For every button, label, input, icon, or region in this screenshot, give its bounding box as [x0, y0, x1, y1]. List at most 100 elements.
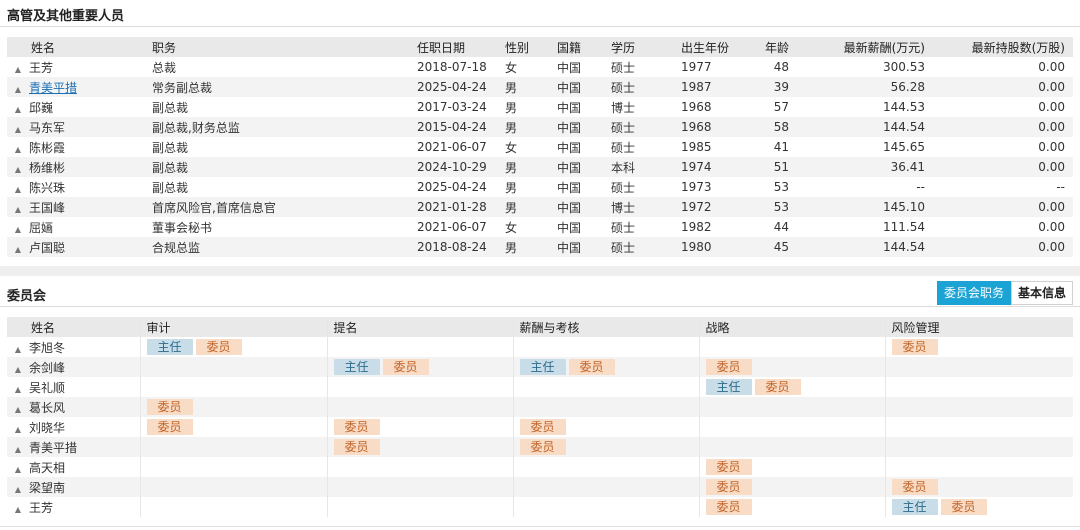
table-row[interactable]: ▲ 王芳 总裁 2018-07-18 女中国 硕士 1977 48 300.53 0.00: [7, 57, 1073, 77]
cell-name: ▲ 梁望南: [7, 477, 141, 497]
cell-nationality: 中国: [557, 197, 611, 217]
committee-col-risk-header[interactable]: 风险管理: [885, 317, 1073, 337]
expand-arrow-icon[interactable]: ▲: [7, 245, 29, 254]
cell-date: 2025-04-24: [417, 177, 505, 197]
cell-position: 副总裁: [152, 177, 417, 197]
view-toggle: 委员会职务 基本信息: [936, 281, 1073, 305]
cell-position: 常务副总裁: [152, 77, 417, 97]
expand-arrow-icon[interactable]: ▲: [7, 225, 29, 234]
committee-role-button[interactable]: 委员会职务: [936, 281, 1011, 305]
table-row[interactable]: ▲ 吴礼顺 主任 委员: [7, 377, 1073, 397]
table-row[interactable]: ▲ 陈兴珠 副总裁 2025-04-24 男中国 硕士 1973 53 -- --: [7, 177, 1073, 197]
table-row[interactable]: ▲ 青美平措 委员 委员: [7, 437, 1073, 457]
member-badge: 委员: [705, 359, 752, 375]
expand-arrow-icon[interactable]: ▲: [7, 345, 29, 354]
committee-cell: [327, 397, 514, 417]
cell-gender: 男: [505, 117, 557, 137]
executives-header-row: 姓名 职务 任职日期 性别 国籍 学历 出生年份 年龄 最新薪酬(万元) 最新持…: [7, 37, 1073, 57]
cell-birth: 1977: [681, 57, 749, 77]
expand-arrow-icon[interactable]: ▲: [7, 205, 29, 214]
expand-arrow-icon[interactable]: ▲: [7, 405, 29, 414]
col-education-header[interactable]: 学历: [611, 37, 681, 57]
col-age-header[interactable]: 年龄: [749, 37, 797, 57]
cell-education: 硕士: [611, 137, 681, 157]
table-row[interactable]: ▲ 余剑峰 主任 委员 主任 委员 委员: [7, 357, 1073, 377]
cell-position: 合规总监: [152, 237, 417, 257]
expand-arrow-icon[interactable]: ▲: [7, 505, 29, 514]
expand-arrow-icon[interactable]: ▲: [7, 425, 29, 434]
expand-arrow-icon[interactable]: ▲: [7, 145, 29, 154]
cell-date: 2018-08-24: [417, 237, 505, 257]
cell-date: 2021-01-28: [417, 197, 505, 217]
person-name: 杨维彬: [29, 160, 66, 175]
expand-arrow-icon[interactable]: ▲: [7, 85, 29, 94]
committee-cell: [699, 337, 886, 357]
expand-arrow-icon[interactable]: ▲: [7, 125, 29, 134]
person-name: 梁望南: [29, 480, 66, 495]
cell-salary: 145.65: [797, 137, 933, 157]
cell-education: 博士: [611, 97, 681, 117]
cell-gender: 女: [505, 137, 557, 157]
table-row[interactable]: ▲ 马东军 副总裁,财务总监 2015-04-24 男中国 硕士 1968 58 144.54 0…: [7, 117, 1073, 137]
person-name-link[interactable]: 青美平措: [29, 81, 77, 95]
expand-arrow-icon[interactable]: ▲: [7, 105, 29, 114]
committee-cell: 委员: [699, 357, 886, 377]
col-nationality-header[interactable]: 国籍: [557, 37, 611, 57]
table-row[interactable]: ▲ 王芳 委员 主任 委员: [7, 497, 1073, 517]
table-row[interactable]: ▲ 屈婳 董事会秘书 2021-06-07 女中国 硕士 1982 44 111.54 0.00: [7, 217, 1073, 237]
expand-arrow-icon[interactable]: ▲: [7, 185, 29, 194]
expand-arrow-icon[interactable]: ▲: [7, 385, 29, 394]
committee-col-strategy-header[interactable]: 战略: [699, 317, 886, 337]
col-shares-header[interactable]: 最新持股数(万股): [933, 37, 1073, 57]
cell-name: ▲ 高天相: [7, 457, 141, 477]
cell-salary: 111.54: [797, 217, 933, 237]
committee-cell: [327, 477, 514, 497]
expand-arrow-icon[interactable]: ▲: [7, 465, 29, 474]
table-row[interactable]: ▲ 陈彬霞 副总裁 2021-06-07 女中国 硕士 1985 41 145.65 0.00: [7, 137, 1073, 157]
cell-gender: 男: [505, 77, 557, 97]
cell-name: ▲ 卢国聪: [7, 237, 152, 257]
cell-age: 41: [749, 137, 797, 157]
committee-cell: [327, 457, 514, 477]
col-position-header[interactable]: 职务: [152, 37, 417, 57]
committee-col-nomination-header[interactable]: 提名: [327, 317, 514, 337]
table-row[interactable]: ▲ 高天相 委员: [7, 457, 1073, 477]
chair-badge: 主任: [146, 339, 193, 355]
expand-arrow-icon[interactable]: ▲: [7, 485, 29, 494]
member-badge: 委员: [146, 419, 193, 435]
expand-arrow-icon[interactable]: ▲: [7, 445, 29, 454]
member-badge: 委员: [891, 339, 938, 355]
expand-arrow-icon[interactable]: ▲: [7, 65, 29, 74]
committee-cell: 委员: [699, 457, 886, 477]
basic-info-button[interactable]: 基本信息: [1010, 281, 1073, 305]
cell-name: ▲ 青美平措: [7, 77, 152, 97]
table-row[interactable]: ▲ 卢国聪 合规总监 2018-08-24 男中国 硕士 1980 45 144.54 0.00: [7, 237, 1073, 257]
table-row[interactable]: ▲ 葛长风 委员: [7, 397, 1073, 417]
table-row[interactable]: ▲ 邱巍 副总裁 2017-03-24 男中国 博士 1968 57 144.53 0.00: [7, 97, 1073, 117]
table-row[interactable]: ▲ 梁望南 委员 委员: [7, 477, 1073, 497]
committee-cell: [140, 497, 328, 517]
committee-col-audit-header[interactable]: 审计: [140, 317, 328, 337]
expand-arrow-icon[interactable]: ▲: [7, 165, 29, 174]
table-row[interactable]: ▲ 李旭冬 主任 委员 委员: [7, 337, 1073, 357]
table-row[interactable]: ▲ 刘晓华 委员 委员 委员: [7, 417, 1073, 437]
table-row[interactable]: ▲ 青美平措 常务副总裁 2025-04-24 男中国 硕士 1987 39 56.28 0.00: [7, 77, 1073, 97]
col-name-header[interactable]: 姓名: [7, 37, 152, 57]
col-gender-header[interactable]: 性别: [505, 37, 557, 57]
cell-position: 董事会秘书: [152, 217, 417, 237]
col-date-header[interactable]: 任职日期: [417, 37, 505, 57]
expand-arrow-icon[interactable]: ▲: [7, 365, 29, 374]
cell-position: 副总裁,财务总监: [152, 117, 417, 137]
table-row[interactable]: ▲ 杨维彬 副总裁 2024-10-29 男中国 本科 1974 51 36.41 0.00: [7, 157, 1073, 177]
cell-name: ▲ 陈兴珠: [7, 177, 152, 197]
committee-col-name-header[interactable]: 姓名: [7, 317, 141, 337]
col-salary-header[interactable]: 最新薪酬(万元): [797, 37, 933, 57]
table-row[interactable]: ▲ 王国峰 首席风险官,首席信息官 2021-01-28 男中国 博士 1972 53 145.…: [7, 197, 1073, 217]
committee-cell: [140, 477, 328, 497]
col-birth-header[interactable]: 出生年份: [681, 37, 749, 57]
cell-position: 总裁: [152, 57, 417, 77]
cell-age: 53: [749, 197, 797, 217]
executives-table: 姓名 职务 任职日期 性别 国籍 学历 出生年份 年龄 最新薪酬(万元) 最新持…: [7, 37, 1073, 257]
committee-col-remuneration-header[interactable]: 薪酬与考核: [513, 317, 700, 337]
cell-age: 39: [749, 77, 797, 97]
